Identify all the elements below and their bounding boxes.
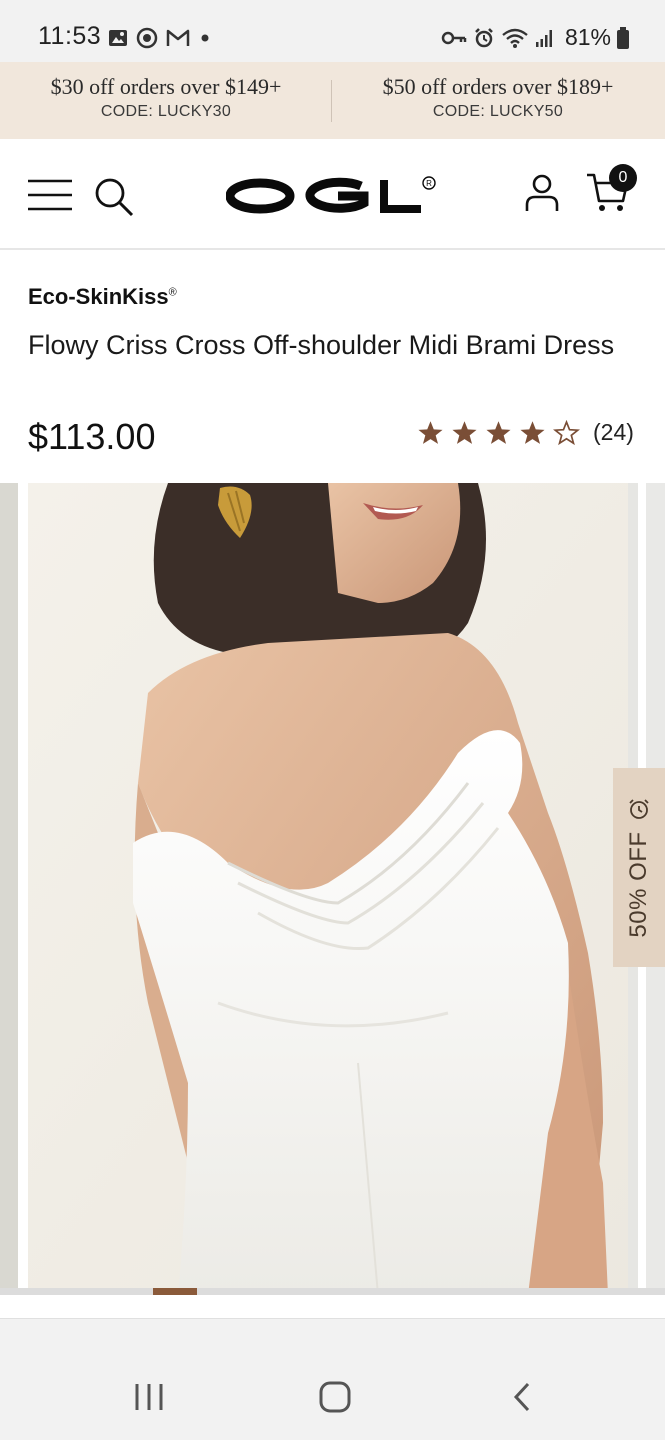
discount-label: 50% OFF <box>625 831 652 938</box>
status-time: 11:53 <box>38 22 102 50</box>
key-icon <box>441 31 467 44</box>
menu-icon <box>28 179 72 211</box>
gmail-icon <box>166 29 190 46</box>
status-notification-icons <box>108 27 212 49</box>
site-logo[interactable]: R <box>225 175 438 220</box>
promo-offer-code: CODE: LUCKY30 <box>100 103 232 120</box>
site-header: R <box>0 139 665 250</box>
brand-mark: ® <box>168 286 177 299</box>
dot-icon <box>201 34 209 42</box>
menu-button[interactable] <box>26 175 74 215</box>
gallery-icon <box>109 30 127 46</box>
search-button[interactable] <box>92 175 136 219</box>
promo-offer-2[interactable]: $50 off orders over $189+ CODE: LUCKY50 <box>348 74 648 121</box>
ogl-logo: R <box>225 176 436 214</box>
review-count: (24) <box>593 419 634 445</box>
star-filled-icon <box>418 420 443 444</box>
status-system-icons: 81% <box>441 24 629 51</box>
search-icon <box>95 178 134 217</box>
gallery-progress-indicator <box>153 1288 197 1295</box>
account-icon <box>525 174 559 211</box>
gallery-progress-track <box>0 1288 665 1295</box>
wifi-icon <box>502 28 528 48</box>
status-bar: 11:53 81% <box>0 0 665 62</box>
alarm-clock-icon <box>629 799 649 820</box>
product-image[interactable] <box>28 483 638 1295</box>
home-button[interactable] <box>305 1367 365 1427</box>
account-button[interactable] <box>520 171 564 215</box>
star-filled-icon <box>452 420 477 444</box>
promo-banner[interactable]: $30 off orders over $149+ CODE: LUCKY30 … <box>0 62 665 139</box>
cart-count-badge: 0 <box>609 164 637 192</box>
star-filled-icon <box>520 420 545 444</box>
promo-offer-title: $30 off orders over $149+ <box>50 74 282 99</box>
product-gallery[interactable]: 50% OFF <box>0 483 665 1295</box>
product-info: Eco-SkinKiss® Flowy Criss Cross Off-shou… <box>0 251 665 483</box>
product-brand[interactable]: Eco-SkinKiss® <box>28 284 177 310</box>
vpn-icon <box>136 27 158 49</box>
signal-icon <box>535 29 552 47</box>
promo-offer-title: $50 off orders over $189+ <box>382 74 614 99</box>
gallery-prev-peek[interactable] <box>0 483 18 1295</box>
recents-button[interactable] <box>119 1367 179 1427</box>
discount-tab[interactable]: 50% OFF <box>613 768 665 967</box>
product-price: $113.00 <box>28 416 156 457</box>
promo-offer-1[interactable]: $30 off orders over $149+ CODE: LUCKY30 <box>16 74 316 121</box>
brand-name: Eco-SkinKiss <box>28 284 169 309</box>
alarm-icon <box>475 27 493 47</box>
svg-text:R: R <box>426 179 432 188</box>
star-filled-icon <box>486 420 511 444</box>
promo-offer-code: CODE: LUCKY50 <box>432 103 564 120</box>
back-button[interactable] <box>492 1367 552 1427</box>
product-title: Flowy Criss Cross Off-shoulder Midi Bram… <box>28 330 615 360</box>
battery-icon <box>617 26 629 49</box>
star-empty-icon <box>553 419 580 445</box>
home-icon <box>319 1381 351 1413</box>
promo-divider <box>331 80 332 122</box>
back-icon <box>513 1382 530 1412</box>
product-rating[interactable]: (24) <box>417 419 634 446</box>
model-photo <box>28 483 638 1295</box>
recents-icon <box>135 1384 163 1410</box>
battery-percentage: 81% <box>564 24 611 50</box>
system-navigation-bar <box>0 1318 665 1440</box>
